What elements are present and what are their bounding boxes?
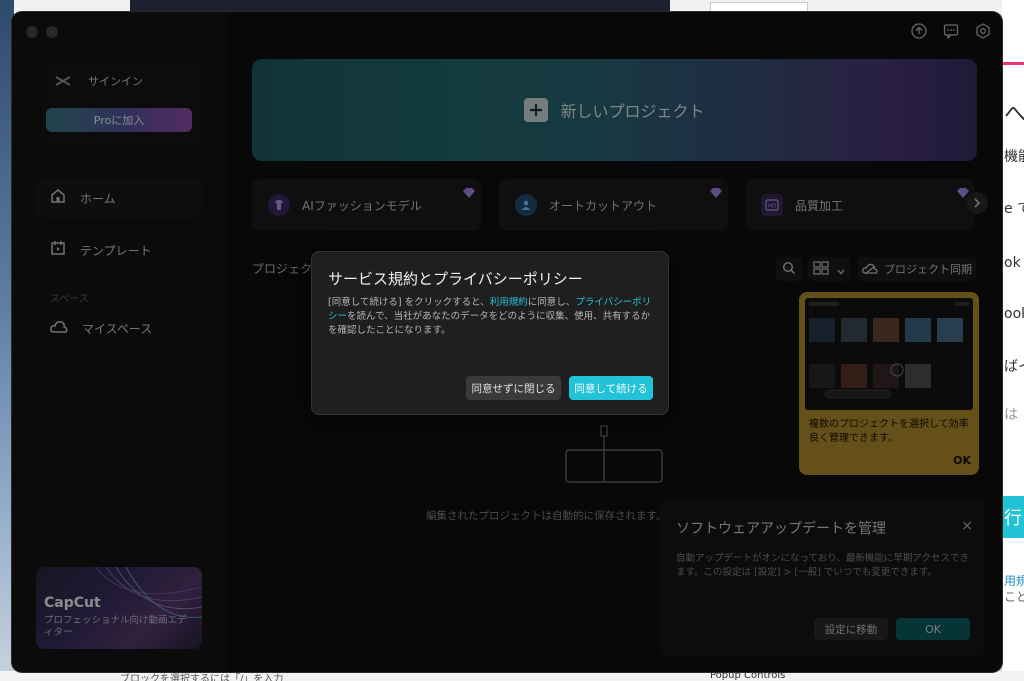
bg-text: こと [1004, 590, 1024, 604]
bg-text: ok て [1004, 255, 1024, 271]
terms-privacy-dialog: サービス規約とプライバシーポリシー [同意して続ける] をクリックすると、利用規… [311, 251, 669, 415]
bg-text: へ [1004, 102, 1024, 127]
capcut-window: サインイン Proに加入 ホーム テンプレート スペース マイスペース CapC… [12, 12, 1002, 672]
bg-text: ook [1004, 306, 1024, 322]
bg-text: は [1004, 407, 1018, 423]
background-window-dark [130, 0, 670, 12]
bg-text: ばイ [1004, 359, 1024, 375]
terms-of-service-link[interactable]: 利用規約 [490, 297, 528, 308]
decline-and-close-button[interactable]: 同意せずに閉じる [466, 376, 561, 400]
dialog-body-text: [同意して続ける] をクリックすると、 [328, 297, 490, 308]
background-browser-edge: へ 機能 e て ok て ook ばイ は 行 用規 こと [1002, 0, 1024, 681]
bg-text: 行 [1004, 508, 1022, 529]
accept-and-continue-button[interactable]: 同意して続ける [569, 376, 653, 400]
dialog-body-text: を読んで、当社があなたのデータをどのように収集、使用、共有するかを確認したことに… [328, 311, 651, 336]
dialog-body: [同意して続ける] をクリックすると、利用規約に同意し、プライバシーポリシーを読… [328, 296, 654, 338]
bg-text: 機能 [1004, 149, 1024, 165]
bg-text: 用規 [1004, 574, 1024, 588]
dialog-body-text: に同意し、 [527, 297, 576, 308]
bg-text: e て [1004, 201, 1024, 217]
pink-accent-line [1002, 62, 1024, 65]
dialog-title: サービス規約とプライバシーポリシー [328, 270, 583, 288]
